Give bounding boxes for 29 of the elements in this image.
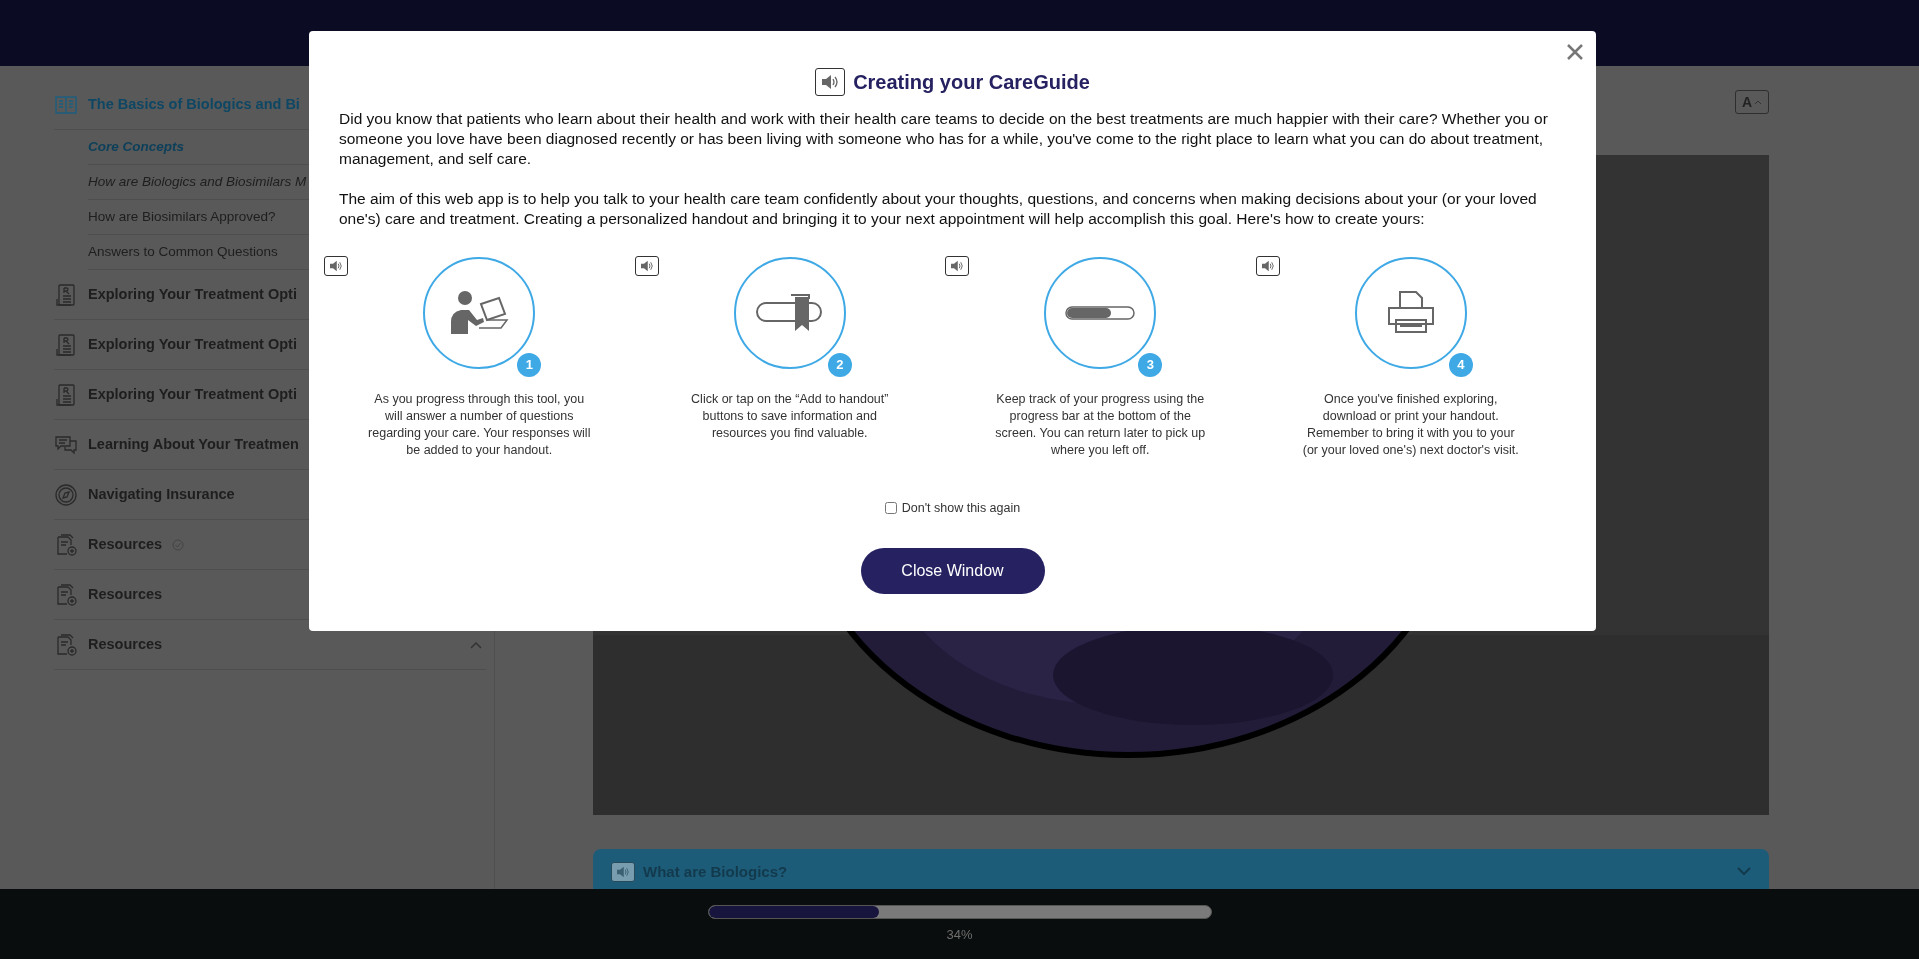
speaker-icon[interactable] [324,256,348,276]
step-description: Keep track of your progress using the progress bar at the bottom of the screen. You can return later to pick up where you left off. [994,391,1207,459]
step-number: 1 [517,353,542,377]
speaker-icon[interactable] [1255,256,1280,276]
step-number: 2 [827,353,852,377]
bookmark-button-icon [754,293,825,333]
section-icon [54,282,78,307]
step-description: Click or tap on the “Add to handout” buttons to save information and resources you find valuable. [690,391,890,442]
section-icon [54,382,78,407]
chevron-down-icon [1737,867,1751,876]
section-icon [54,582,78,607]
checkbox-label: Don't show this again [901,500,1021,517]
speaker-icon[interactable] [945,256,969,276]
section-icon [54,532,78,557]
progress-bar-icon [1065,305,1136,321]
dont-show-checkbox[interactable] [884,502,897,515]
speaker-icon[interactable] [815,68,846,96]
step-number: 4 [1448,353,1473,377]
speaker-icon[interactable] [634,256,659,276]
caret-up-icon [1754,99,1762,105]
close-window-button[interactable]: Close Window [860,547,1045,594]
printer-icon [1385,290,1436,336]
section-icon [54,482,78,507]
modal-title: Creating your CareGuide [853,70,1090,95]
progress-percent: 34% [946,926,973,944]
step-number: 3 [1138,353,1163,377]
section-icon [54,632,78,657]
step-description: Once you've finished exploring, download or print your handout. Remember to bring it with you to your (or your loved one's) next doctor's visit. [1301,391,1520,459]
section-icon [54,332,78,357]
